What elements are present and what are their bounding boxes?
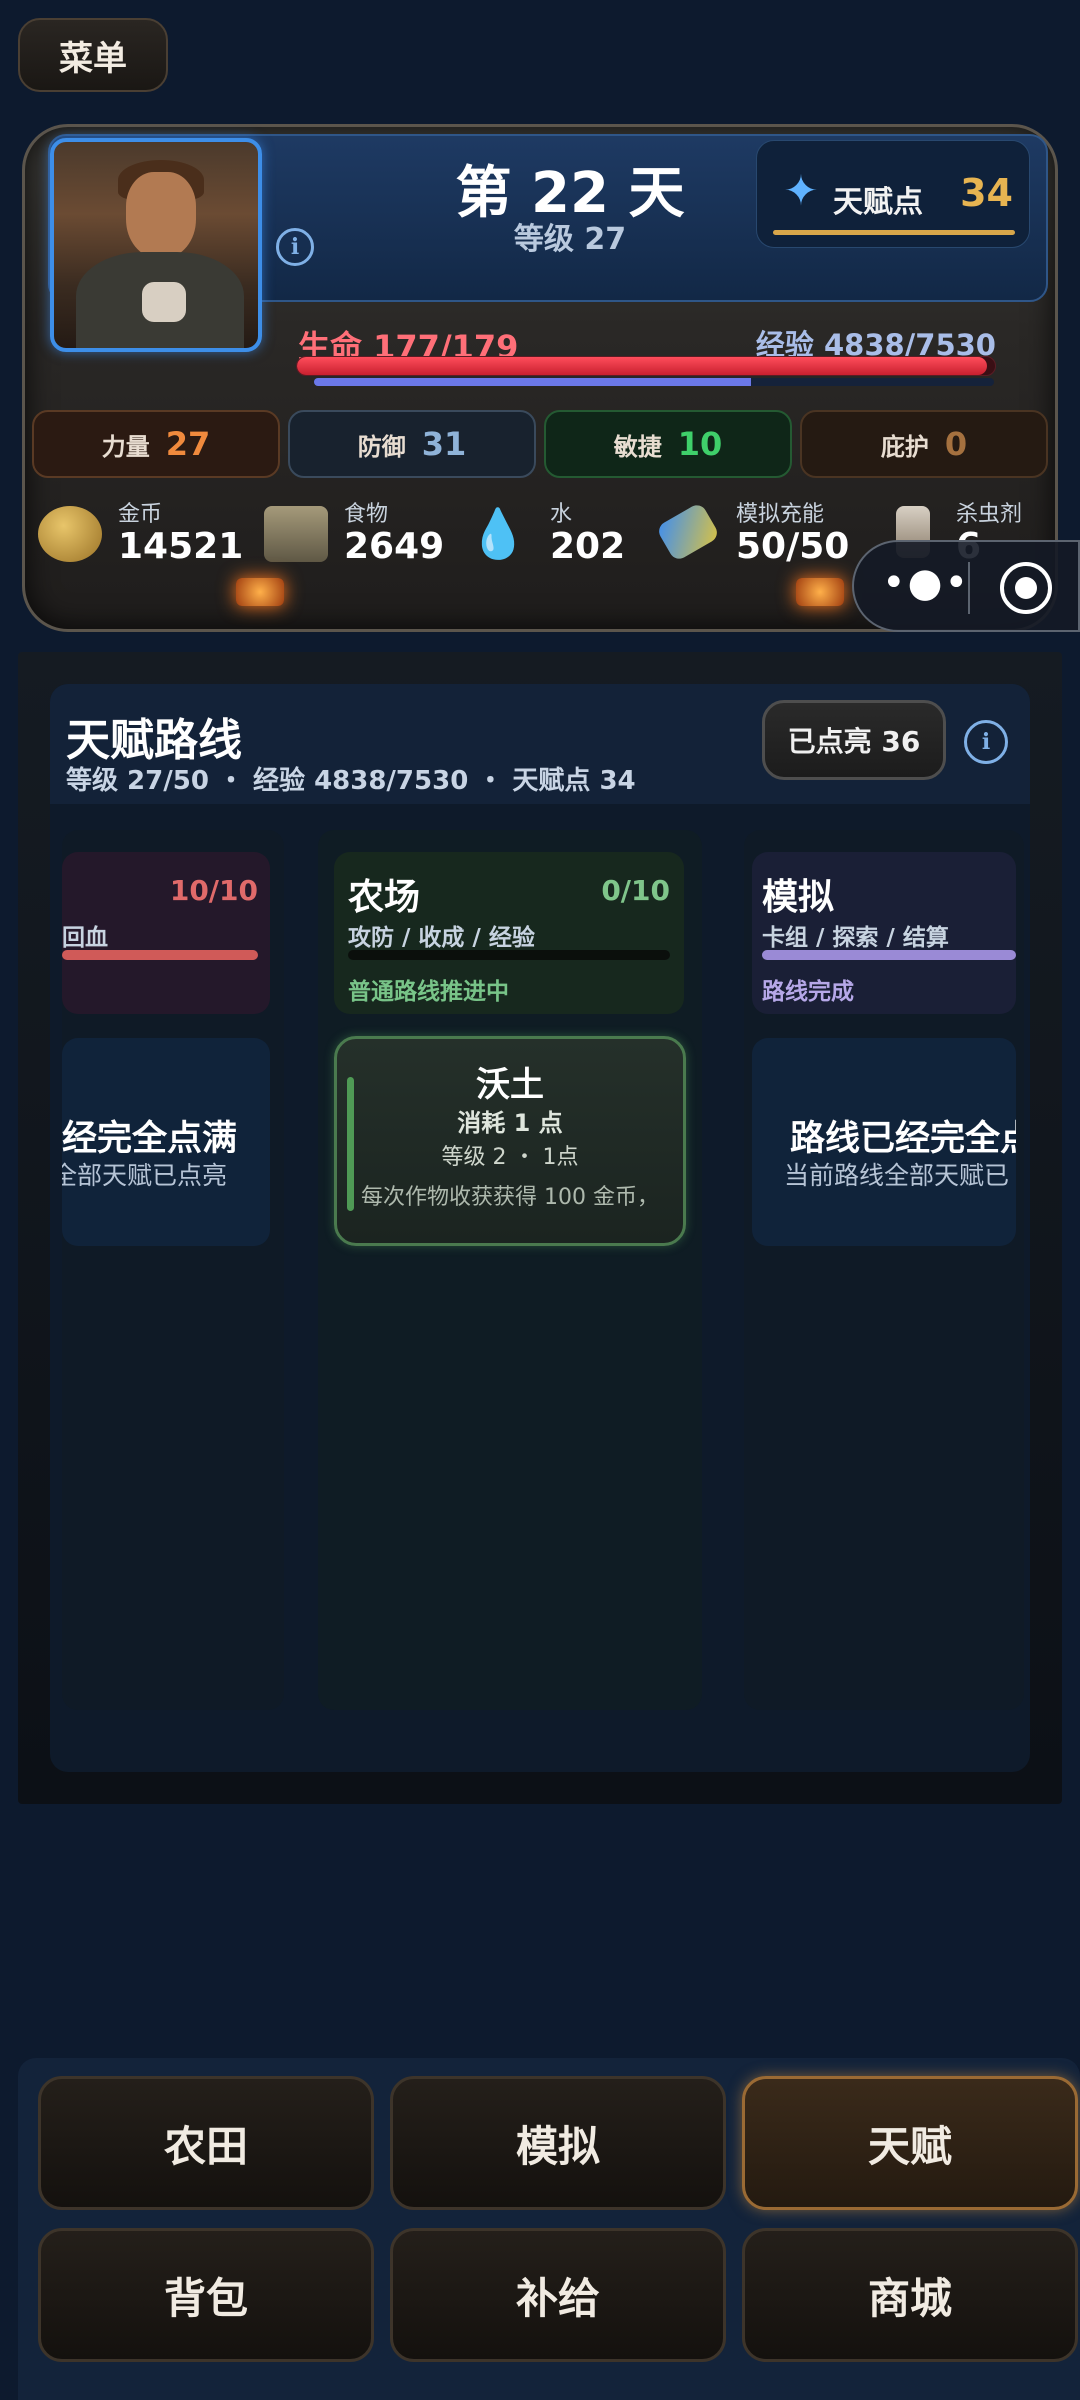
nav-shop-button[interactable]: 商城 [742, 2228, 1078, 2362]
route-left-tags: 回血 [62, 925, 108, 951]
route-card-sim[interactable]: 模拟 卡组 / 探索 / 结算 路线完成 [752, 852, 1016, 1014]
portrait-hand [142, 282, 186, 322]
resource-gold-value: 14521 [118, 526, 244, 567]
stat-strength-value: 27 [165, 425, 211, 463]
nav-talent-button[interactable]: 天赋 [742, 2076, 1078, 2210]
stat-shelter-name: 庇护 [880, 432, 929, 461]
food-crate-icon [264, 506, 328, 562]
resource-pesticide-label: 杀虫剂 [956, 502, 1023, 527]
mini-program-capsule: •●• [852, 540, 1080, 632]
lit-talents-button[interactable]: 已点亮 36 [762, 700, 946, 780]
talent-node-fertile-soil[interactable]: 沃土 消耗 1 点 等级 2 ・ 1点 每次作物收获获得 100 金币， [334, 1036, 686, 1246]
talent-points-label: 天赋点 [833, 185, 923, 220]
resource-food-label: 食物 [344, 502, 389, 527]
route-farm-count: 0/10 [601, 874, 670, 907]
talent-node-cost: 消耗 1 点 [457, 1109, 563, 1137]
player-level: 等级 27 [513, 222, 627, 257]
stat-defense: 防御 31 [288, 410, 536, 478]
player-portrait[interactable] [50, 138, 262, 352]
route-farm-progress [348, 950, 670, 960]
route-left-complete-title: 经完全点满 [62, 1119, 238, 1159]
nav-farm-button[interactable]: 农田 [38, 2076, 374, 2210]
portrait-head [126, 172, 196, 258]
talent-node-title: 沃土 [476, 1065, 544, 1105]
water-drop-icon: 💧 [468, 506, 528, 562]
route-card-farm[interactable]: 农场 0/10 攻防 / 收成 / 经验 普通路线推进中 [334, 852, 684, 1014]
route-sim-title: 模拟 [762, 877, 835, 918]
resource-food-value: 2649 [344, 526, 445, 567]
talent-points-box[interactable]: ✦ 天赋点 34 [756, 140, 1030, 248]
stat-shelter-value: 0 [944, 425, 968, 463]
gold-coins-icon [38, 506, 102, 562]
route-sim-tags: 卡组 / 探索 / 结算 [762, 925, 949, 951]
talent-gem-icon: ✦ [783, 166, 819, 215]
talent-node-level: 等级 2 ・ 1点 [441, 1145, 579, 1170]
route-right-complete-title: 路线已经完全点 [790, 1119, 1016, 1159]
resource-water-label: 水 [550, 502, 573, 527]
route-left-progress [62, 950, 258, 960]
route-right-complete-card: 路线已经完全点 当前路线全部天赋已 [752, 1038, 1016, 1246]
route-farm-status: 普通路线推进中 [348, 979, 509, 1005]
stat-agility: 敏捷 10 [544, 410, 792, 478]
nav-bag-button[interactable]: 背包 [38, 2228, 374, 2362]
stat-strength: 力量 27 [32, 410, 280, 478]
stat-shelter: 庇护 0 [800, 410, 1048, 478]
route-card-left[interactable]: 10/10 回血 [62, 852, 270, 1014]
nav-supply-button[interactable]: 补给 [390, 2228, 726, 2362]
route-left-count: 10/10 [169, 874, 258, 907]
more-options-icon[interactable]: •●• [882, 560, 970, 606]
nav-simulate-button[interactable]: 模拟 [390, 2076, 726, 2210]
route-sim-progress [762, 950, 1016, 960]
talent-route-subtitle: 等级 27/50 ・ 经验 4838/7530 ・ 天赋点 34 [66, 766, 636, 796]
lamp-left-icon [236, 578, 284, 606]
route-sim-status: 路线完成 [762, 979, 854, 1005]
lamp-right-icon [796, 578, 844, 606]
stat-defense-name: 防御 [357, 432, 406, 461]
route-left-complete-card: 经完全点满 全部天赋已点亮 [62, 1038, 270, 1246]
route-right-complete-desc: 当前路线全部天赋已 [784, 1161, 1010, 1190]
stat-strength-name: 力量 [101, 432, 150, 461]
resource-sim-charge-value: 50/50 [736, 526, 850, 567]
lit-talents-label: 已点亮 36 [787, 725, 921, 758]
route-farm-title: 农场 [348, 877, 421, 918]
talent-points-value: 34 [960, 171, 1013, 215]
hp-bar [296, 356, 996, 376]
stat-agility-value: 10 [677, 425, 723, 463]
talent-route-title: 天赋路线 [66, 715, 242, 766]
capsule-divider [968, 562, 970, 614]
resource-sim-charge-label: 模拟充能 [736, 502, 825, 527]
route-farm-tags: 攻防 / 收成 / 经验 [348, 925, 535, 951]
stat-agility-name: 敏捷 [613, 432, 662, 461]
route-info-icon[interactable]: i [964, 720, 1008, 764]
talent-points-bar [773, 230, 1015, 235]
exp-bar [314, 378, 994, 386]
resource-water-value: 202 [550, 526, 626, 567]
player-info-icon[interactable]: i [276, 228, 314, 266]
close-target-icon[interactable] [1000, 562, 1052, 614]
menu-button[interactable]: 菜单 [18, 18, 168, 92]
stat-defense-value: 31 [421, 425, 467, 463]
resource-gold-label: 金币 [118, 502, 163, 527]
hp-bar-fill [297, 357, 988, 375]
route-left-complete-desc: 全部天赋已点亮 [62, 1161, 228, 1190]
talent-node-desc: 每次作物收获获得 100 金币， [361, 1185, 659, 1210]
exp-bar-fill [314, 378, 751, 386]
